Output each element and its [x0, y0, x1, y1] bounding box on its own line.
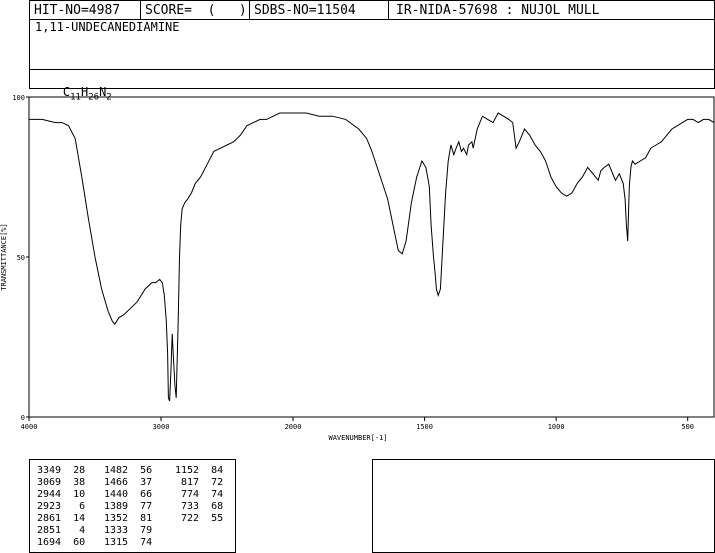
peak-transmittance: 74 — [199, 489, 224, 500]
peak-wavenumber: 817 — [175, 477, 200, 488]
peak-row: 774 74 — [175, 489, 223, 501]
peak-wavenumber: 3069 — [37, 477, 62, 488]
peak-transmittance: 4 — [61, 525, 86, 536]
x-tick-label: 1000 — [548, 423, 565, 431]
peak-row: 733 68 — [175, 501, 223, 513]
y-tick-label: 50 — [17, 254, 25, 262]
x-tick-label: 500 — [681, 423, 694, 431]
peak-transmittance: 56 — [128, 465, 153, 476]
peak-transmittance: 79 — [128, 525, 153, 536]
peak-wavenumber: 2944 — [37, 489, 62, 500]
ir-spectrum-chart: 4000 3000 2000 1500 1000 500100500 WAVENUMBER… — [0, 94, 715, 442]
peak-transmittance: 77 — [128, 501, 153, 512]
peak-transmittance: 55 — [199, 513, 224, 524]
x-tick-label: 4000 — [21, 423, 38, 431]
peak-transmittance: 10 — [61, 489, 86, 500]
peak-row: 1482 56 — [104, 465, 152, 477]
peak-row: 2861 14 — [37, 513, 85, 525]
peak-transmittance: 28 — [61, 465, 86, 476]
x-axis-label: WAVENUMBER[-1] — [328, 434, 387, 442]
peak-row: 1352 81 — [104, 513, 152, 525]
peak-wavenumber: 1152 — [175, 465, 200, 476]
peak-row: 2851 4 — [37, 525, 85, 537]
peak-row: 3069 38 — [37, 477, 85, 489]
peak-wavenumber: 733 — [175, 501, 200, 512]
spectrum-line — [29, 112, 715, 402]
peak-row: 1466 37 — [104, 477, 152, 489]
peak-column: 1482 56 1466 37 1440 66 1389 77 1352 81 1333 … — [104, 465, 152, 549]
peak-row: 1315 74 — [104, 537, 152, 549]
peak-transmittance: 74 — [128, 537, 153, 548]
peak-row: 817 72 — [175, 477, 223, 489]
peak-transmittance: 6 — [61, 501, 86, 512]
x-tick-label: 2000 — [285, 423, 302, 431]
peak-row: 1389 77 — [104, 501, 152, 513]
peak-transmittance: 66 — [128, 489, 153, 500]
peak-wavenumber: 2923 — [37, 501, 62, 512]
peak-wavenumber: 3349 — [37, 465, 62, 476]
peak-wavenumber: 774 — [175, 489, 200, 500]
peak-wavenumber: 2851 — [37, 525, 62, 536]
peak-transmittance: 84 — [199, 465, 224, 476]
peak-transmittance: 81 — [128, 513, 153, 524]
peak-wavenumber: 1482 — [104, 465, 129, 476]
peak-transmittance: 68 — [199, 501, 224, 512]
peak-row: 722 55 — [175, 513, 223, 525]
peak-wavenumber: 1440 — [104, 489, 129, 500]
plot-frame — [28, 96, 715, 418]
peak-row: 3349 28 — [37, 465, 85, 477]
y-axis-label: TRANSMITTANCE[%] — [0, 223, 8, 290]
peak-row: 2923 6 — [37, 501, 85, 513]
peak-transmittance: 38 — [61, 477, 86, 488]
peak-wavenumber: 1389 — [104, 501, 129, 512]
peak-wavenumber: 1333 — [104, 525, 129, 536]
x-tick-label: 1500 — [416, 423, 433, 431]
x-tick-label: 3000 — [153, 423, 170, 431]
peak-transmittance: 72 — [199, 477, 224, 488]
peak-wavenumber: 1315 — [104, 537, 129, 548]
peak-transmittance: 37 — [128, 477, 153, 488]
peak-wavenumber: 722 — [175, 513, 200, 524]
peak-row: 1694 60 — [37, 537, 85, 549]
empty-panel — [372, 459, 715, 553]
peak-transmittance: 60 — [61, 537, 86, 548]
peak-transmittance: 14 — [61, 513, 86, 524]
y-tick-label: 0 — [21, 414, 25, 422]
peak-wavenumber: 1466 — [104, 477, 129, 488]
peak-column: 1152 84 817 72 774 74 733 68 722 55 — [175, 465, 223, 525]
peak-wavenumber: 2861 — [37, 513, 62, 524]
y-tick-label: 100 — [12, 94, 25, 102]
peak-row: 1440 66 — [104, 489, 152, 501]
peak-column: 3349 28 3069 38 2944 10 2923 6 2861 14 2851 4… — [37, 465, 85, 549]
peak-row: 1152 84 — [175, 465, 223, 477]
peak-table: 3349 28 3069 38 2944 10 2923 6 2861 14 2851 4… — [29, 459, 236, 553]
peak-row: 2944 10 — [37, 489, 85, 501]
peak-row: 1333 79 — [104, 525, 152, 537]
peak-wavenumber: 1694 — [37, 537, 62, 548]
peak-wavenumber: 1352 — [104, 513, 129, 524]
